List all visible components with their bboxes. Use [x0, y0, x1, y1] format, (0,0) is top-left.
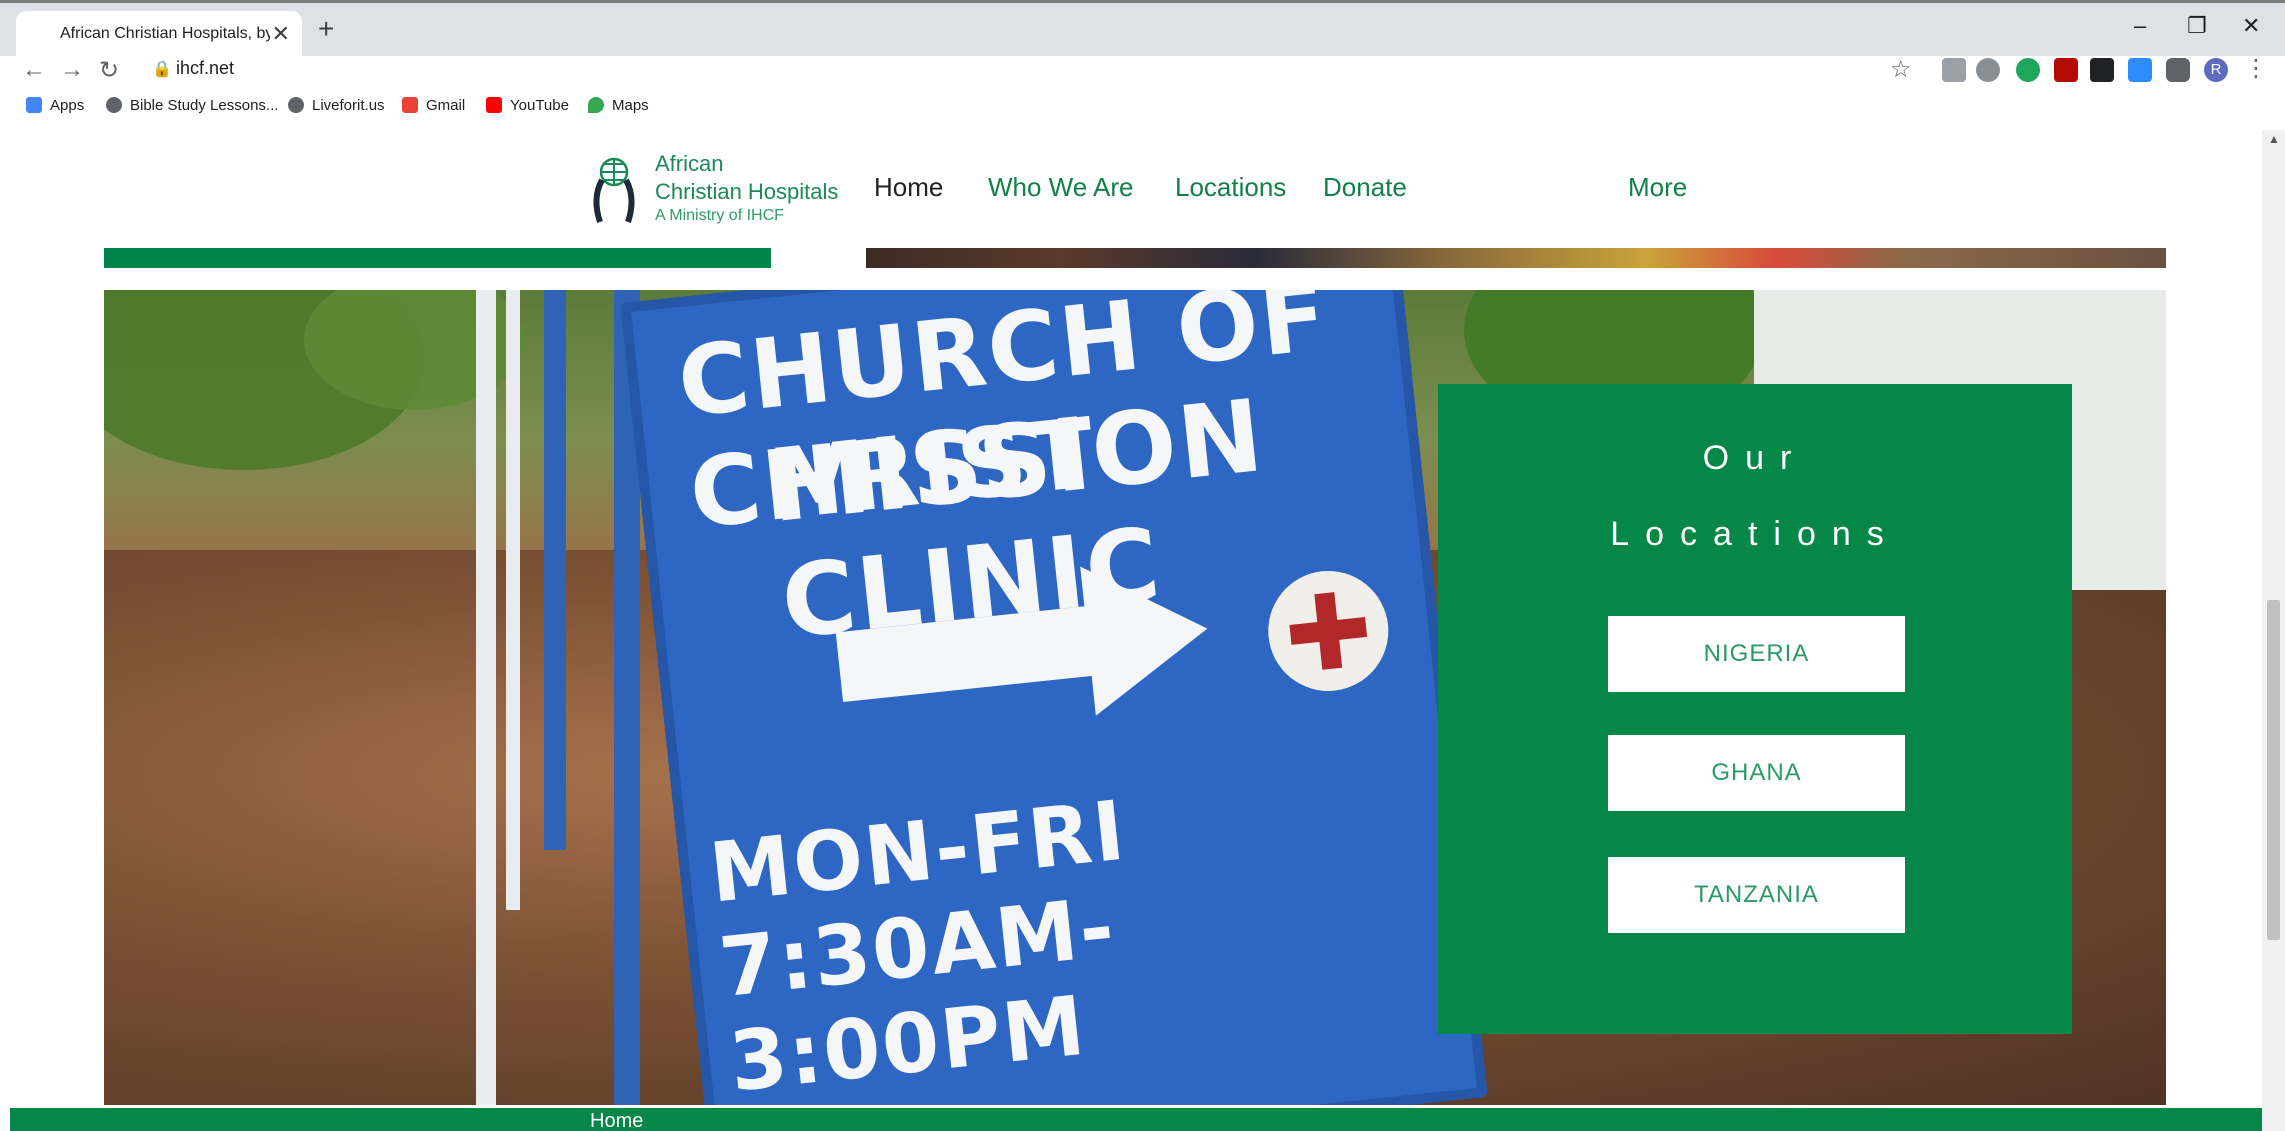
youtube-icon [486, 97, 502, 113]
zoom-extension-icon[interactable] [2128, 58, 2152, 82]
tab-close-icon[interactable]: ✕ [272, 21, 290, 47]
sign-arrow-head [1080, 553, 1216, 716]
site-logo[interactable]: African Christian Hospitals A Ministry o… [655, 150, 838, 226]
tanzania-button[interactable]: TANZANIA [1608, 857, 1905, 933]
scroll-up-arrow-icon[interactable]: ▲ [2268, 132, 2280, 146]
logo-line-1: African [655, 151, 724, 176]
bookmark-liveforit[interactable]: Liveforit.us [288, 97, 385, 114]
maps-pin-icon [588, 97, 604, 113]
browser-tab[interactable]: African Christian Hospitals, by In ✕ [16, 11, 302, 59]
bookmark-gmail[interactable]: Gmail [402, 97, 465, 114]
profile-avatar[interactable]: R [2204, 58, 2228, 82]
nav-who-we-are[interactable]: Who We Are [988, 172, 1133, 203]
forward-arrow-icon[interactable]: → [60, 56, 84, 84]
globe-icon [288, 97, 304, 113]
menu-kebab-icon[interactable]: ⋮ [2244, 54, 2268, 83]
sign-line-3: MON-FRI 7:30AM-3:00PM [705, 783, 1131, 1105]
gmail-icon [402, 97, 418, 113]
grammarly-extension-icon[interactable] [2016, 58, 2040, 82]
bookmark-apps[interactable]: Apps [26, 97, 84, 114]
locations-panel: Our Locations NIGERIA GHANA TANZANIA [1438, 384, 2072, 1034]
minimize-button[interactable]: – [2134, 13, 2146, 39]
back-arrow-icon[interactable]: ← [22, 56, 46, 84]
apps-grid-icon [26, 97, 42, 113]
bookmark-maps[interactable]: Maps [588, 97, 649, 114]
lock-icon: 🔒 [152, 61, 172, 78]
bookmark-bible-study[interactable]: Bible Study Lessons... [106, 97, 278, 114]
locations-title-line1: Our [1702, 439, 1808, 477]
nav-home[interactable]: Home [874, 172, 943, 203]
url-text[interactable]: ihcf.net [176, 58, 234, 79]
logo-subtitle: A Ministry of IHCF [655, 207, 784, 224]
logo-line-2: Christian Hospitals [655, 179, 839, 204]
nigeria-button[interactable]: NIGERIA [1608, 616, 1905, 692]
extension-icon[interactable] [1942, 58, 1966, 82]
green-divider-bar [104, 248, 771, 268]
nav-more[interactable]: More [1628, 172, 1687, 203]
reader-extension-icon[interactable] [2090, 58, 2114, 82]
tab-title: African Christian Hospitals, by In [60, 25, 270, 42]
photo-pole [544, 290, 566, 850]
restore-button[interactable]: ❐ [2187, 13, 2207, 39]
page-viewport: African Christian Hospitals A Ministry o… [0, 130, 2262, 1131]
nav-donate[interactable]: Donate [1323, 172, 1407, 203]
logo-globe-icon[interactable] [588, 154, 640, 224]
sticky-footer-bar [10, 1108, 2262, 1131]
reload-icon[interactable]: ↻ [99, 56, 119, 85]
browser-tab-bar: African Christian Hospitals, by In ✕ + –… [0, 0, 2285, 59]
ghana-button[interactable]: GHANA [1608, 735, 1905, 811]
bookmark-star-icon[interactable]: ☆ [1890, 55, 1912, 84]
close-window-button[interactable]: ✕ [2242, 13, 2260, 39]
clinic-sign: CHURCH OF CHRIST MISSION CLINIC MON-FRI … [620, 290, 1488, 1105]
bookmarks-bar: Apps Bible Study Lessons... Liveforit.us… [0, 94, 2285, 126]
pdf-extension-icon[interactable] [2054, 58, 2078, 82]
cloud-extension-icon[interactable] [1976, 58, 2000, 82]
new-tab-button[interactable]: + [318, 15, 334, 43]
photo-pole [476, 290, 496, 1105]
locations-title-line2: Locations [1610, 515, 1900, 553]
page-scrollbar[interactable]: ▲ [2262, 130, 2285, 1131]
nav-locations[interactable]: Locations [1175, 172, 1286, 203]
photo-pole [506, 290, 520, 910]
puzzle-extensions-icon[interactable] [2166, 58, 2190, 82]
address-bar[interactable]: 🔒 ihcf.net [138, 56, 1968, 84]
bookmark-youtube[interactable]: YouTube [486, 97, 569, 114]
scrollbar-thumb[interactable] [2267, 600, 2280, 940]
photo-strip [866, 248, 2166, 268]
globe-icon [106, 97, 122, 113]
footer-home-link[interactable]: Home [590, 1110, 643, 1131]
